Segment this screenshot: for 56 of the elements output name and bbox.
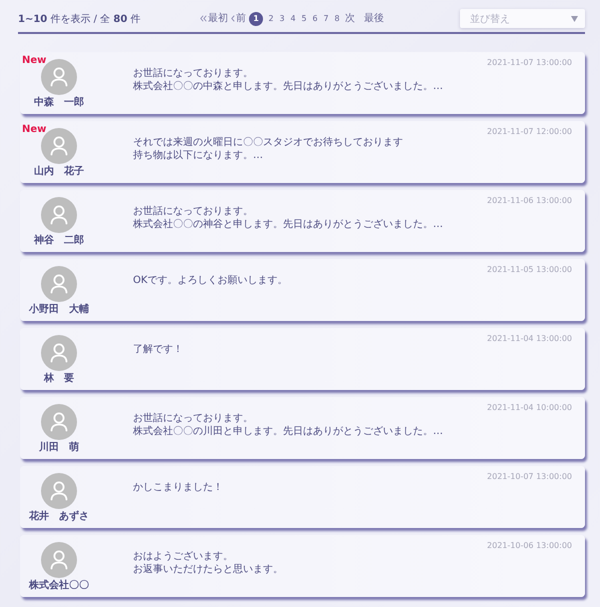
sender-name: 神谷 二郎: [34, 235, 84, 247]
chevron-left-icon: [231, 15, 235, 22]
avatar-icon: [41, 542, 77, 578]
page-number-button[interactable]: 1: [249, 12, 263, 26]
message-preview: それでは来週の火曜日に〇〇スタジオでお待ちしております 持ち物は以下になります。…: [133, 136, 404, 163]
message-date: 2021-11-05 13:00:00: [487, 265, 572, 275]
sender-name: 山内 花子: [34, 166, 84, 178]
next-page-link[interactable]: 次: [345, 12, 355, 26]
message-date: 2021-10-07 13:00:00: [487, 472, 572, 482]
last-page-link[interactable]: 最後: [364, 12, 384, 26]
message-card[interactable]: 神谷 二郎 お世話になっております。 株式会社〇〇の神谷と申します。先日はありがとうございました。… 2021-11-06 13:00:00: [20, 190, 585, 252]
result-count: 1~10 件を表示 / 全 80 件: [18, 12, 142, 27]
message-date: 2021-11-06 13:00:00: [487, 196, 572, 206]
avatar-icon: [41, 335, 77, 371]
sender-name: 川田 萌: [39, 442, 79, 454]
avatar-icon: [41, 473, 77, 509]
message-card[interactable]: 株式会社〇〇 おはようございます。 お返事いただけたらと思います。 2021-10-06 13:00:00: [20, 535, 585, 597]
sender-name: 株式会社〇〇: [29, 580, 89, 592]
page-number-button[interactable]: 4: [288, 12, 298, 26]
message-card[interactable]: 小野田 大輔 OKです。よろしくお願いします。 2021-11-05 13:00:00: [20, 259, 585, 321]
message-preview: おはようございます。 お返事いただけたらと思います。: [133, 550, 284, 577]
message-card[interactable]: New 中森 一郎 お世話になっております。 株式会社〇〇の中森と申します。先日はありがとうございました。… 2021-11-07 13:00:00: [20, 52, 585, 114]
page-number-button[interactable]: 3: [277, 12, 287, 26]
page-number-button[interactable]: 7: [321, 12, 331, 26]
message-date: 2021-11-07 13:00:00: [487, 58, 572, 68]
sender-name: 花井 あずさ: [29, 511, 89, 523]
page-number-button[interactable]: 2: [266, 12, 276, 26]
sender-name: 小野田 大輔: [29, 304, 89, 316]
first-page-link[interactable]: 最初: [200, 12, 228, 26]
avatar-icon: [41, 404, 77, 440]
message-preview: かしこまりました！: [133, 481, 224, 495]
avatar-icon: [41, 266, 77, 302]
message-preview: お世話になっております。 株式会社〇〇の神谷と申します。先日はありがとうございました。…: [133, 204, 444, 232]
page-number-button[interactable]: 5: [299, 12, 309, 26]
message-preview: 了解です！: [133, 343, 184, 357]
avatar-icon: [41, 197, 77, 233]
page-number-button[interactable]: 8: [332, 12, 342, 26]
sender-name: 中森 一郎: [34, 97, 84, 109]
double-chevron-left-icon: [200, 15, 207, 22]
message-preview: お世話になっております。 株式会社〇〇の川田と申します。先日はありがとうございました。…: [133, 412, 444, 439]
message-card[interactable]: 林 要 了解です！ 2021-11-04 13:00:00: [20, 328, 585, 390]
new-label: New: [22, 124, 46, 136]
message-preview: OKです。よろしくお願いします。: [133, 274, 288, 288]
sender-name: 林 要: [44, 373, 74, 385]
message-date: 2021-11-07 12:00:00: [487, 127, 572, 137]
message-date: 2021-10-06 13:00:00: [487, 541, 572, 551]
message-card[interactable]: 花井 あずさ かしこまりました！ 2021-10-07 13:00:00: [20, 466, 585, 528]
message-card[interactable]: New 山内 花子 それでは来週の火曜日に〇〇スタジオでお待ちしております 持ち物は以下になります。… 2021-11-07 12:00:00: [20, 121, 585, 183]
message-date: 2021-11-04 10:00:00: [487, 403, 572, 413]
message-card[interactable]: 川田 萌 お世話になっております。 株式会社〇〇の川田と申します。先日はありがとうございました。… 2021-11-04 10:00:00: [20, 397, 585, 459]
message-date: 2021-11-04 13:00:00: [487, 334, 572, 344]
message-preview: お世話になっております。 株式会社〇〇の中森と申します。先日はありがとうございました。…: [133, 66, 444, 94]
new-label: New: [22, 55, 46, 67]
previous-page-link[interactable]: 前: [231, 12, 246, 26]
caret-down-icon: [571, 16, 578, 22]
page-number-button[interactable]: 6: [310, 12, 320, 26]
